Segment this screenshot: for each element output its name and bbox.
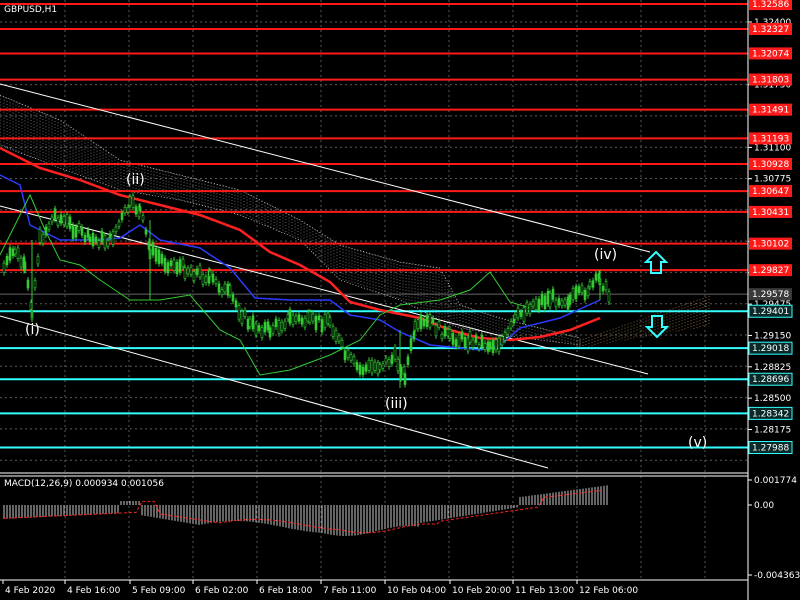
price-level-value: 1.30102 (752, 240, 789, 250)
x-axis-label: 11 Feb 13:00 (515, 586, 574, 596)
price-level-value: 1.27988 (752, 444, 789, 454)
x-axis-label: 6 Feb 18:00 (259, 586, 313, 596)
price-level-value: 1.29018 (752, 344, 789, 354)
x-axis-label: 6 Feb 02:00 (195, 586, 249, 596)
x-axis-label: 5 Feb 09:00 (132, 586, 186, 596)
price-level-value: 1.31491 (752, 106, 789, 116)
wave-label-v: (v) (688, 435, 707, 451)
x-axis-label: 12 Feb 06:00 (579, 586, 638, 596)
x-axis-label: 7 Feb 11:00 (323, 586, 377, 596)
wave-label-iv: (iv) (594, 247, 617, 263)
price-level-value: 1.32074 (752, 49, 789, 59)
wave-label-ii: (ii) (126, 172, 145, 188)
price-level-value: 1.31193 (752, 134, 789, 144)
x-axis-label: 4 Feb 16:00 (67, 586, 121, 596)
price-level-value: 1.29578 (752, 290, 789, 300)
wave-label-iii: (iii) (385, 396, 408, 412)
y-axis-label: 1.28500 (754, 394, 791, 404)
price-level-value: 1.28696 (752, 375, 789, 385)
y-axis-label: 1.28175 (754, 425, 791, 435)
macd-axis-label: 0.00 (754, 501, 774, 511)
x-axis-label: 10 Feb 04:00 (387, 586, 446, 596)
price-level-value: 1.32327 (752, 25, 789, 35)
x-axis-label: 4 Feb 2020 (5, 586, 56, 596)
y-axis-label: 1.31100 (754, 143, 791, 153)
price-level-value: 1.31803 (752, 76, 789, 86)
price-level-value: 1.30431 (752, 208, 789, 218)
macd-axis-label: -0.004363 (754, 571, 800, 581)
price-level-value: 1.29401 (752, 307, 789, 317)
price-level-value: 1.28342 (752, 409, 789, 419)
y-axis-label: 1.30775 (754, 175, 791, 185)
price-level-value: 1.32586 (752, 0, 789, 10)
price-level-value: 1.29827 (752, 266, 789, 276)
macd-axis-label: 0.001774 (754, 476, 797, 486)
price-level-value: 1.30647 (752, 187, 789, 197)
chart-title: GBPUSD,H1 (4, 5, 57, 15)
chart-canvas[interactable]: 1.324001.317501.311001.307751.301251.298… (0, 0, 800, 600)
y-axis-label: 1.28825 (754, 363, 791, 373)
wave-label-i: (i) (25, 322, 40, 338)
y-axis-label: 1.29150 (754, 331, 791, 341)
x-axis-label: 10 Feb 20:00 (452, 586, 511, 596)
price-level-value: 1.30928 (752, 160, 789, 170)
macd-label: MACD(12,26,9) 0.000934 0.001056 (4, 479, 164, 489)
